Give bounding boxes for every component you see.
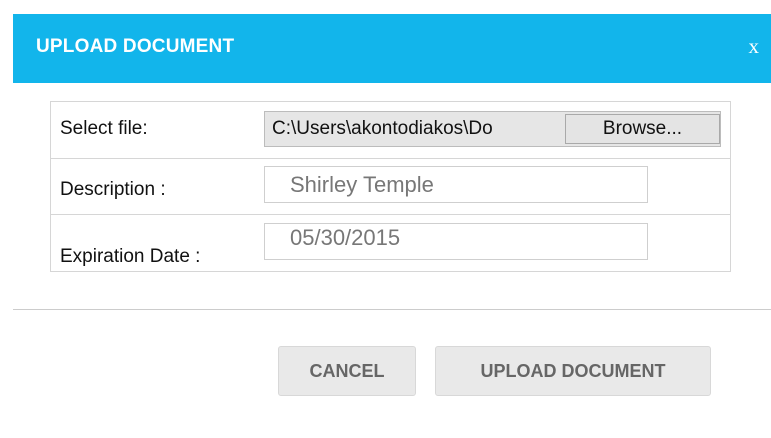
upload-document-button[interactable]: UPLOAD DOCUMENT xyxy=(435,346,711,396)
file-input[interactable]: C:\Users\akontodiakos\Do Browse... xyxy=(264,111,721,147)
file-path-text: C:\Users\akontodiakos\Do xyxy=(272,118,493,139)
file-row: Select file: C:\Users\akontodiakos\Do Br… xyxy=(51,102,730,159)
expiration-row: Expiration Date : 05/30/2015 xyxy=(51,214,730,271)
dialog-title: UPLOAD DOCUMENT xyxy=(36,36,235,57)
footer-divider xyxy=(13,309,771,310)
expiration-date-input[interactable]: 05/30/2015 xyxy=(264,223,648,260)
expiration-date-value: 05/30/2015 xyxy=(290,225,401,250)
cancel-button[interactable]: CANCEL xyxy=(278,346,416,396)
description-input[interactable]: Shirley Temple xyxy=(264,166,648,203)
description-label: Description : xyxy=(60,179,166,200)
browse-button[interactable]: Browse... xyxy=(565,114,720,144)
select-file-label: Select file: xyxy=(60,118,148,139)
dialog-header: UPLOAD DOCUMENT x xyxy=(13,14,771,83)
description-value: Shirley Temple xyxy=(290,172,434,197)
upload-document-dialog: UPLOAD DOCUMENT x Select file: C:\Users\… xyxy=(0,0,771,438)
expiration-date-label: Expiration Date : xyxy=(60,246,201,267)
close-icon[interactable]: x xyxy=(749,34,760,59)
upload-form: Select file: C:\Users\akontodiakos\Do Br… xyxy=(50,101,731,272)
description-row: Description : Shirley Temple xyxy=(51,158,730,215)
